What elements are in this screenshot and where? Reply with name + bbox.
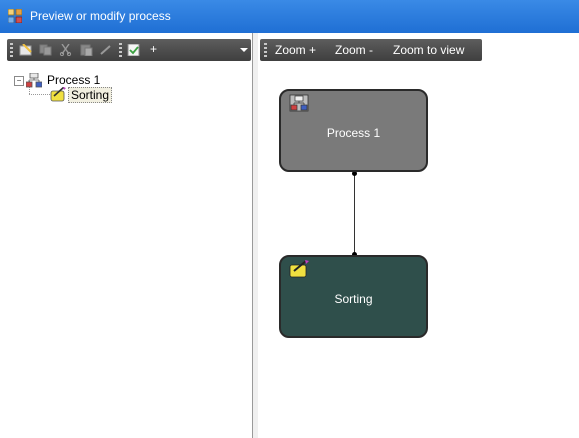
toolbar-overflow-button[interactable] xyxy=(240,48,248,52)
process-node[interactable]: Process 1 xyxy=(279,89,428,172)
zoom-toolbar: Zoom + Zoom - Zoom to view xyxy=(260,39,482,61)
paste-icon[interactable] xyxy=(79,44,93,56)
toolbar-grip[interactable] xyxy=(10,43,13,57)
toolbar-grip-2[interactable] xyxy=(119,43,122,57)
process-icon xyxy=(26,73,42,88)
tree-toolbar: + xyxy=(7,39,251,61)
toolbar-grip[interactable] xyxy=(264,43,267,57)
sorting-node-label: Sorting xyxy=(334,292,373,306)
sorting-step-icon xyxy=(50,87,66,102)
tree-label-sorting: Sorting xyxy=(68,87,113,103)
process-node-label: Process 1 xyxy=(326,126,381,140)
sorting-node[interactable]: Sorting xyxy=(279,255,428,338)
app-icon xyxy=(8,9,22,23)
zoom-in-button[interactable]: Zoom + xyxy=(275,43,316,57)
tree-label-process: Process 1 xyxy=(47,73,101,87)
sorting-step-icon xyxy=(289,260,309,278)
delete-icon[interactable] xyxy=(99,44,113,56)
collapse-toggle[interactable]: − xyxy=(14,76,24,86)
new-step-icon[interactable] xyxy=(127,44,141,56)
tree-connector xyxy=(29,94,50,95)
copy-icon[interactable] xyxy=(39,44,53,56)
window-title: Preview or modify process xyxy=(30,9,171,23)
process-icon xyxy=(289,94,309,112)
cut-icon[interactable] xyxy=(59,44,73,56)
zoom-out-button[interactable]: Zoom - xyxy=(335,43,373,57)
title-bar: Preview or modify process xyxy=(0,0,579,33)
process-tree-pane: + − Process 1 Sorting xyxy=(0,33,253,438)
zoom-to-view-button[interactable]: Zoom to view xyxy=(393,43,464,57)
diagram-pane: Zoom + Zoom - Zoom to view Process 1 Sor… xyxy=(258,33,579,438)
node-connector xyxy=(354,173,355,254)
add-button[interactable]: + xyxy=(150,42,157,56)
edit-properties-icon[interactable] xyxy=(19,44,33,56)
